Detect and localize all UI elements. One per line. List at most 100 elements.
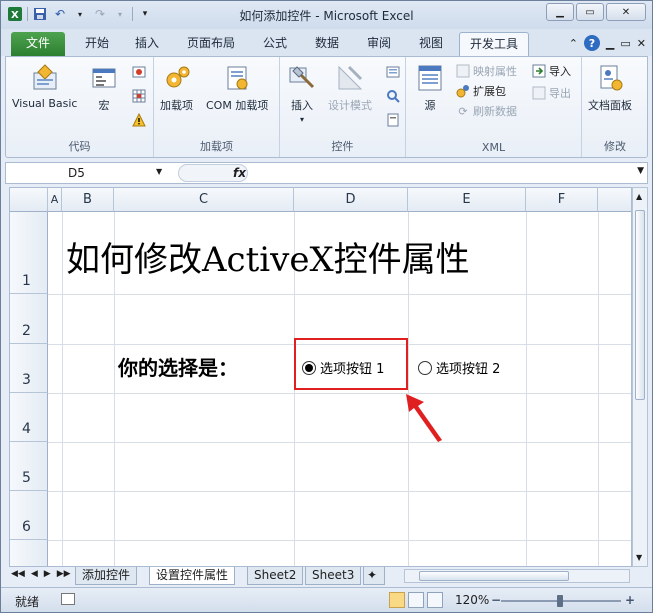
row-header-2[interactable]: 2 [10,294,48,344]
design-mode-button[interactable]: 设计模式 [328,63,372,113]
record-macro-button[interactable] [132,65,146,79]
option-button-2[interactable]: 选项按钮 2 [418,358,500,377]
relative-reference-button[interactable] [132,89,146,103]
run-dialog-button[interactable] [386,113,400,127]
scroll-down-icon[interactable]: ▼ [636,553,642,562]
annotation-arrow-icon [406,394,442,442]
insert-sheet-icon[interactable]: ✦ [363,567,385,585]
column-header-f[interactable]: F [526,188,598,212]
worksheet-grid[interactable]: A B C D E F 1 2 3 4 5 6 如何修改ActiveX控件属性 … [9,187,632,567]
com-addins-button[interactable]: COM 加载项 [206,63,268,113]
zoom-out-icon[interactable]: − [491,593,501,607]
export-button[interactable]: 导出 [532,85,571,101]
name-box[interactable]: D5 [10,164,170,182]
last-sheet-icon[interactable]: ▶▶ [57,569,71,579]
insert-control-icon [286,63,318,93]
normal-view-button[interactable] [389,592,405,608]
refresh-data-button[interactable]: ⟳ 刷新数据 [456,103,517,119]
row-header-3[interactable]: 3 [10,344,48,393]
page-break-view-button[interactable] [427,592,443,608]
row-header-6[interactable]: 6 [10,491,48,540]
view-code-button[interactable] [386,89,400,103]
column-header-d[interactable]: D [294,188,408,212]
import-icon [532,64,546,78]
name-box-dropdown-icon[interactable]: ▼ [156,167,162,176]
expansion-packs-button[interactable]: 扩展包 [456,83,506,99]
insert-function-icon[interactable]: fx [233,166,246,180]
horizontal-scrollbar[interactable] [404,569,630,583]
tab-data[interactable]: 数据 [307,32,347,56]
sheet-tab-sheet2[interactable]: Sheet2 [247,567,304,585]
tab-page-layout[interactable]: 页面布局 [179,32,243,56]
macro-record-icon[interactable] [61,593,75,605]
row-header-1[interactable]: 1 [10,212,48,294]
column-header-c[interactable]: C [114,188,294,212]
first-sheet-icon[interactable]: ◀◀ [11,569,25,579]
addins-button[interactable]: 加载项 [160,63,193,113]
group-xml: 源 映射属性 扩展包 ⟳ 刷新数据 导入 导出 XML [406,57,582,157]
group-label-xml: XML [481,141,506,154]
column-header-g[interactable] [598,188,631,212]
group-label-modify: 修改 [604,140,626,153]
view-buttons [389,592,443,608]
next-sheet-icon[interactable]: ▶ [44,569,51,579]
doc-restore-icon[interactable]: ▭ [620,37,630,50]
doc-minimize-icon[interactable]: ▁ [606,37,614,50]
group-label-code: 代码 [68,140,91,153]
insert-control-button[interactable]: 插入 ▾ [286,63,318,124]
row-header-5[interactable]: 5 [10,442,48,491]
sheet-tab-set-properties[interactable]: 设置控件属性 [149,567,236,585]
visual-basic-button[interactable]: Visual Basic [12,63,77,110]
column-header-a[interactable]: A [48,188,62,212]
row-header-7[interactable] [10,540,48,566]
properties-button[interactable] [386,65,400,79]
sheet-tab-add-controls[interactable]: 添加控件 [75,567,138,585]
group-label-addins: 加载项 [200,140,233,153]
prev-sheet-icon[interactable]: ◀ [31,569,38,579]
sheet-tab-sheet3[interactable]: Sheet3 [305,567,362,585]
status-ready: 就绪 [15,595,40,609]
close-button[interactable]: ✕ [606,3,646,21]
row-header-4[interactable]: 4 [10,393,48,442]
group-label-controls: 控件 [331,140,354,153]
minimize-button[interactable]: ▁ [546,3,574,21]
tab-home[interactable]: 开始 [77,32,117,56]
tab-insert[interactable]: 插入 [127,32,167,56]
import-button[interactable]: 导入 [532,63,571,79]
tab-review[interactable]: 审阅 [359,32,399,56]
xml-source-button[interactable]: 源 [414,63,446,113]
expansion-packs-icon [456,84,470,98]
sheet-title-cell: 如何修改ActiveX控件属性 [66,240,470,280]
tab-file[interactable]: 文件 [11,32,65,56]
com-addins-icon [221,63,253,93]
help-icon[interactable]: ? [583,35,600,51]
excel-window: X ↶ ▾ ↷ ▾ ▾ 如何添加控件 - Microsoft Excel ▁ ▭… [0,0,653,613]
record-macro-icon [132,65,146,79]
vertical-scrollbar[interactable]: ▲ ▼ [632,187,648,567]
map-properties-button[interactable]: 映射属性 [456,63,517,79]
column-header-e[interactable]: E [408,188,526,212]
column-header-b[interactable]: B [62,188,114,212]
page-layout-view-button[interactable] [408,592,424,608]
vertical-scroll-thumb[interactable] [635,210,645,400]
minimize-ribbon-icon[interactable]: ⌃ [569,37,578,50]
select-all-corner[interactable] [10,188,48,212]
expand-formula-bar-icon[interactable]: ▼ [637,166,644,176]
tab-formulas[interactable]: 公式 [255,32,295,56]
tab-view[interactable]: 视图 [411,32,451,56]
restore-button[interactable]: ▭ [576,3,604,21]
annotation-highlight-box [294,338,408,390]
macros-button[interactable]: 宏 [88,63,120,113]
zoom-slider-thumb[interactable] [557,595,563,607]
zoom-slider[interactable] [501,595,621,607]
zoom-in-icon[interactable]: + [625,593,635,607]
tab-developer[interactable]: 开发工具 [459,32,529,56]
macros-icon [88,63,120,93]
grid-line [48,491,631,492]
macro-security-button[interactable] [132,113,146,127]
zoom-level[interactable]: 120% [455,593,489,607]
horizontal-scroll-thumb[interactable] [419,571,569,581]
document-panel-button[interactable]: 文档面板 [588,63,632,113]
doc-close-icon[interactable]: ✕ [637,37,646,50]
scroll-up-icon[interactable]: ▲ [636,192,642,201]
